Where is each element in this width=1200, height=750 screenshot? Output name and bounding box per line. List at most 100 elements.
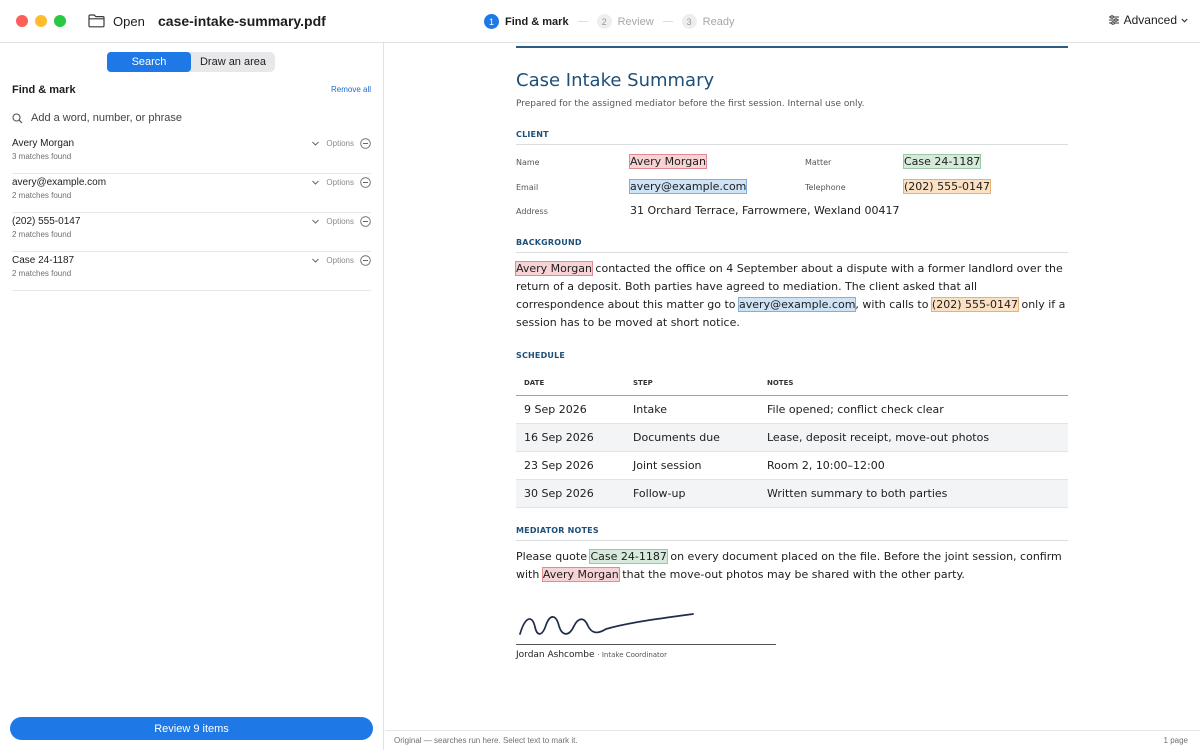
- remove-term-icon[interactable]: [360, 177, 371, 188]
- highlight-case[interactable]: Case 24-1187: [902, 154, 982, 169]
- highlight-name[interactable]: Avery Morgan: [515, 261, 593, 276]
- column-header-step: STEP: [625, 371, 759, 396]
- name-value[interactable]: Avery Morgan: [629, 154, 707, 169]
- term-match-count: 2 matches found: [12, 269, 72, 278]
- review-items-button[interactable]: Review 9 items: [10, 717, 373, 740]
- chevron-down-icon[interactable]: [311, 139, 320, 148]
- step-cell[interactable]: Intake: [625, 395, 759, 424]
- term-item[interactable]: Avery Morgan 3 matches found Options: [12, 135, 371, 174]
- remove-all-link[interactable]: Remove all: [331, 85, 371, 94]
- document-title[interactable]: Case Intake Summary: [516, 70, 714, 91]
- term-controls: Options: [311, 216, 371, 227]
- notes-cell[interactable]: Lease, deposit receipt, move-out photos: [759, 423, 1068, 452]
- term-options-button[interactable]: Options: [326, 256, 354, 265]
- matter-label[interactable]: Matter: [805, 158, 831, 167]
- section-heading-mediator-notes[interactable]: MEDIATOR NOTES: [516, 526, 599, 535]
- step-find-mark[interactable]: 1 Find & mark: [484, 14, 569, 29]
- address-value[interactable]: 31 Orchard Terrace, Farrowmere, Wexland …: [630, 204, 900, 217]
- date-cell[interactable]: 23 Sep 2026: [516, 451, 625, 480]
- telephone-value[interactable]: (202) 555-0147: [902, 179, 992, 194]
- highlight-name[interactable]: Avery Morgan: [629, 154, 707, 169]
- term-options-button[interactable]: Options: [326, 139, 354, 148]
- term-list: Avery Morgan 3 matches found Options ave…: [12, 135, 371, 291]
- term-text: (202) 555-0147: [12, 216, 81, 227]
- date-cell[interactable]: 9 Sep 2026: [516, 395, 625, 424]
- highlight-email[interactable]: avery@example.com: [628, 179, 748, 194]
- step-separator: [577, 21, 588, 22]
- table-row[interactable]: 16 Sep 2026 Documents due Lease, deposit…: [516, 423, 1068, 452]
- telephone-label[interactable]: Telephone: [805, 183, 846, 192]
- section-rule: [516, 144, 1068, 145]
- matter-value[interactable]: Case 24-1187: [902, 154, 982, 169]
- section-heading-schedule[interactable]: SCHEDULE: [516, 351, 565, 360]
- section-heading-client[interactable]: CLIENT: [516, 130, 549, 139]
- email-label[interactable]: Email: [516, 183, 538, 192]
- chevron-down-icon[interactable]: [311, 256, 320, 265]
- schedule-table[interactable]: DATE STEP NOTES 9 Sep 2026 Intake File o…: [516, 371, 1068, 508]
- mediator-notes-paragraph[interactable]: Please quote Case 24-1187 on every docum…: [516, 548, 1068, 584]
- open-button[interactable]: Open: [113, 14, 145, 29]
- chevron-down-icon[interactable]: [311, 217, 320, 226]
- search-icon: [12, 112, 23, 123]
- search-mode-button[interactable]: Search: [107, 52, 191, 72]
- section-heading-background[interactable]: BACKGROUND: [516, 238, 582, 247]
- email-value[interactable]: avery@example.com: [628, 179, 748, 194]
- add-term-input[interactable]: [31, 112, 351, 124]
- term-item[interactable]: (202) 555-0147 2 matches found Options: [12, 213, 371, 252]
- signer-name: Jordan Ashcombe: [516, 650, 595, 660]
- chevron-down-icon: [1181, 18, 1188, 23]
- remove-term-icon[interactable]: [360, 138, 371, 149]
- address-label[interactable]: Address: [516, 207, 548, 216]
- find-mark-sidebar: Search Draw an area Find & mark Remove a…: [0, 43, 384, 750]
- name-label[interactable]: Name: [516, 158, 540, 167]
- step-cell[interactable]: Follow-up: [625, 479, 759, 508]
- term-item[interactable]: avery@example.com 2 matches found Option…: [12, 174, 371, 213]
- close-window-button[interactable]: [16, 15, 28, 27]
- advanced-menu-button[interactable]: Advanced: [1108, 13, 1188, 27]
- signature-line: [516, 644, 776, 645]
- date-cell[interactable]: 30 Sep 2026: [516, 479, 625, 508]
- remove-term-icon[interactable]: [360, 216, 371, 227]
- term-match-count: 2 matches found: [12, 191, 72, 200]
- chevron-down-icon[interactable]: [311, 178, 320, 187]
- minimize-window-button[interactable]: [35, 15, 47, 27]
- remove-term-icon[interactable]: [360, 255, 371, 266]
- highlight-phone[interactable]: (202) 555-0147: [930, 297, 1019, 312]
- highlight-case[interactable]: Case 24-1187: [589, 549, 668, 564]
- date-cell[interactable]: 16 Sep 2026: [516, 423, 625, 452]
- folder-icon[interactable]: [88, 13, 105, 28]
- term-item[interactable]: Case 24-1187 2 matches found Options: [12, 252, 371, 291]
- column-header-date: DATE: [516, 371, 625, 396]
- highlight-phone[interactable]: (202) 555-0147: [902, 179, 992, 194]
- title-bar: Open case-intake-summary.pdf 1 Find & ma…: [0, 0, 1200, 43]
- notes-cell[interactable]: Written summary to both parties: [759, 479, 1068, 508]
- section-rule: [516, 252, 1068, 253]
- page-count: 1 page: [1163, 736, 1188, 745]
- document-subtitle[interactable]: Prepared for the assigned mediator befor…: [516, 99, 864, 109]
- step-ready[interactable]: 3 Ready: [681, 14, 734, 29]
- handwritten-signature: [519, 613, 694, 635]
- zoom-window-button[interactable]: [54, 15, 66, 27]
- signature-caption[interactable]: Jordan Ashcombe · Intake Coordinator: [516, 650, 667, 660]
- term-match-count: 2 matches found: [12, 230, 72, 239]
- term-match-count: 3 matches found: [12, 152, 72, 161]
- table-row[interactable]: 23 Sep 2026 Joint session Room 2, 10:00–…: [516, 451, 1068, 480]
- file-name: case-intake-summary.pdf: [158, 13, 326, 29]
- background-paragraph[interactable]: Avery Morgan contacted the office on 4 S…: [515, 260, 1068, 332]
- notes-cell[interactable]: File opened; conflict check clear: [759, 395, 1068, 424]
- term-options-button[interactable]: Options: [326, 178, 354, 187]
- draw-area-mode-button[interactable]: Draw an area: [191, 52, 275, 72]
- term-options-button[interactable]: Options: [326, 217, 354, 226]
- term-controls: Options: [311, 177, 371, 188]
- table-row[interactable]: 9 Sep 2026 Intake File opened; conflict …: [516, 395, 1068, 424]
- highlight-email[interactable]: avery@example.com: [738, 297, 857, 312]
- highlight-name[interactable]: Avery Morgan: [541, 567, 620, 582]
- step-label: Find & mark: [505, 15, 569, 28]
- step-review[interactable]: 2 Review: [596, 14, 654, 29]
- add-term-row: [12, 110, 372, 126]
- document-viewer[interactable]: Case Intake Summary Prepared for the ass…: [385, 43, 1200, 730]
- notes-cell[interactable]: Room 2, 10:00–12:00: [759, 451, 1068, 480]
- step-cell[interactable]: Documents due: [625, 423, 759, 452]
- table-row[interactable]: 30 Sep 2026 Follow-up Written summary to…: [516, 479, 1068, 508]
- step-cell[interactable]: Joint session: [625, 451, 759, 480]
